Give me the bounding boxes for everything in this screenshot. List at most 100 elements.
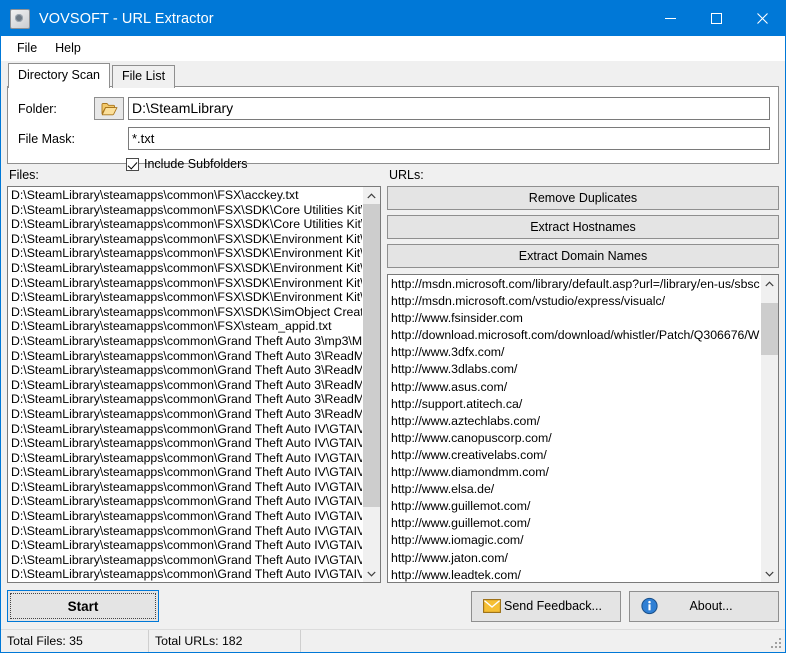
file-mask-label: File Mask:	[16, 132, 94, 146]
list-item[interactable]: http://www.leadtek.com/	[389, 567, 760, 582]
list-item[interactable]: D:\SteamLibrary\steamapps\common\FSX\SDK…	[9, 203, 362, 218]
file-mask-row: File Mask: *.txt	[16, 127, 770, 150]
bottom-bar: Start Send Feedback...	[1, 583, 785, 629]
list-item[interactable]: D:\SteamLibrary\steamapps\common\Grand T…	[9, 451, 362, 466]
scroll-up-icon[interactable]	[363, 187, 380, 204]
status-extra	[301, 630, 785, 652]
files-listbox[interactable]: D:\SteamLibrary\steamapps\common\FSX\acc…	[7, 186, 381, 583]
list-item[interactable]: http://www.jaton.com/	[389, 550, 760, 567]
tab-directory-scan[interactable]: Directory Scan	[8, 63, 110, 88]
minimize-icon[interactable]	[647, 1, 693, 36]
list-item[interactable]: D:\SteamLibrary\steamapps\common\Grand T…	[9, 509, 362, 524]
files-pane: Files: D:\SteamLibrary\steamapps\common\…	[7, 164, 381, 583]
urls-listbox[interactable]: http://msdn.microsoft.com/library/defaul…	[387, 274, 779, 583]
urls-scrollbar[interactable]	[760, 275, 778, 582]
urls-scroll-track[interactable]	[761, 292, 778, 565]
menu-item-help[interactable]: Help	[46, 39, 90, 58]
list-item[interactable]: D:\SteamLibrary\steamapps\common\Grand T…	[9, 538, 362, 553]
list-item[interactable]: D:\SteamLibrary\steamapps\common\Grand T…	[9, 363, 362, 378]
list-item[interactable]: http://www.diamondmm.com/	[389, 464, 760, 481]
list-item[interactable]: D:\SteamLibrary\steamapps\common\Grand T…	[9, 553, 362, 568]
urls-pane: URLs: Remove Duplicates Extract Hostname…	[387, 164, 779, 583]
list-item[interactable]: D:\SteamLibrary\steamapps\common\FSX\SDK…	[9, 290, 362, 305]
title-bar: VOVSOFT - URL Extractor	[1, 1, 785, 36]
envelope-icon	[483, 599, 501, 613]
urls-list[interactable]: http://msdn.microsoft.com/library/defaul…	[388, 275, 760, 582]
list-item[interactable]: http://www.canopuscorp.com/	[389, 430, 760, 447]
scroll-down-icon[interactable]	[363, 565, 380, 582]
info-icon	[641, 598, 658, 615]
include-subfolders-row[interactable]: Include Subfolders	[126, 157, 770, 171]
list-item[interactable]: http://www.guillemot.com/	[389, 498, 760, 515]
list-item[interactable]: D:\SteamLibrary\steamapps\common\FSX\ste…	[9, 319, 362, 334]
files-list[interactable]: D:\SteamLibrary\steamapps\common\FSX\acc…	[8, 187, 362, 582]
list-item[interactable]: http://support.atitech.ca/	[389, 396, 760, 413]
scroll-up-icon[interactable]	[761, 275, 778, 292]
browse-folder-button[interactable]	[94, 97, 124, 120]
list-item[interactable]: http://msdn.microsoft.com/vstudio/expres…	[389, 293, 760, 310]
files-scroll-thumb[interactable]	[363, 204, 380, 507]
list-item[interactable]: D:\SteamLibrary\steamapps\common\Grand T…	[9, 378, 362, 393]
files-scroll-track[interactable]	[363, 204, 380, 565]
list-item[interactable]: http://download.microsoft.com/download/w…	[389, 327, 760, 344]
menu-bar: File Help	[1, 36, 785, 61]
files-scrollbar[interactable]	[362, 187, 380, 582]
maximize-icon[interactable]	[693, 1, 739, 36]
tab-strip: Directory Scan File List	[8, 65, 779, 87]
list-item[interactable]: D:\SteamLibrary\steamapps\common\FSX\acc…	[9, 188, 362, 203]
list-item[interactable]: http://www.creativelabs.com/	[389, 447, 760, 464]
list-item[interactable]: D:\SteamLibrary\steamapps\common\Grand T…	[9, 567, 362, 582]
folder-row: Folder: D:\SteamLibrary	[16, 97, 770, 120]
list-item[interactable]: http://www.aztechlabs.com/	[389, 413, 760, 430]
list-item[interactable]: D:\SteamLibrary\steamapps\common\FSX\SDK…	[9, 232, 362, 247]
list-item[interactable]: http://www.iomagic.com/	[389, 532, 760, 549]
status-total-urls: Total URLs: 182	[149, 630, 301, 652]
status-bar: Total Files: 35 Total URLs: 182	[1, 629, 785, 652]
urls-scroll-thumb[interactable]	[761, 303, 778, 355]
application-window: VOVSOFT - URL Extractor File Help Direct…	[0, 0, 786, 653]
list-item[interactable]: http://www.fsinsider.com	[389, 310, 760, 327]
directory-scan-panel: Folder: D:\SteamLibrary File Mask: *.txt	[7, 86, 779, 164]
list-item[interactable]: D:\SteamLibrary\steamapps\common\Grand T…	[9, 422, 362, 437]
list-item[interactable]: D:\SteamLibrary\steamapps\common\Grand T…	[9, 494, 362, 509]
list-item[interactable]: D:\SteamLibrary\steamapps\common\Grand T…	[9, 436, 362, 451]
list-item[interactable]: D:\SteamLibrary\steamapps\common\FSX\SDK…	[9, 217, 362, 232]
list-item[interactable]: D:\SteamLibrary\steamapps\common\Grand T…	[9, 465, 362, 480]
folder-input[interactable]: D:\SteamLibrary	[128, 97, 770, 120]
include-subfolders-checkbox[interactable]	[126, 158, 139, 171]
close-icon[interactable]	[739, 1, 785, 36]
list-item[interactable]: D:\SteamLibrary\steamapps\common\Grand T…	[9, 407, 362, 422]
extract-domain-names-button[interactable]: Extract Domain Names	[387, 244, 779, 268]
list-item[interactable]: D:\SteamLibrary\steamapps\common\Grand T…	[9, 334, 362, 349]
list-item[interactable]: http://www.elsa.de/	[389, 481, 760, 498]
list-item[interactable]: http://msdn.microsoft.com/library/defaul…	[389, 276, 760, 293]
list-item[interactable]: D:\SteamLibrary\steamapps\common\FSX\SDK…	[9, 276, 362, 291]
send-feedback-button[interactable]: Send Feedback...	[471, 591, 621, 622]
list-item[interactable]: D:\SteamLibrary\steamapps\common\Grand T…	[9, 349, 362, 364]
start-button[interactable]: Start	[7, 590, 159, 622]
list-item[interactable]: http://www.guillemot.com/	[389, 515, 760, 532]
list-item[interactable]: D:\SteamLibrary\steamapps\common\Grand T…	[9, 392, 362, 407]
main-content: Files: D:\SteamLibrary\steamapps\common\…	[1, 164, 785, 583]
scroll-down-icon[interactable]	[761, 565, 778, 582]
window-controls	[647, 1, 785, 36]
resize-grip-icon[interactable]	[771, 638, 783, 650]
status-total-files: Total Files: 35	[1, 630, 149, 652]
list-item[interactable]: http://www.3dlabs.com/	[389, 361, 760, 378]
list-item[interactable]: D:\SteamLibrary\steamapps\common\Grand T…	[9, 480, 362, 495]
list-item[interactable]: D:\SteamLibrary\steamapps\common\Grand T…	[9, 524, 362, 539]
list-item[interactable]: D:\SteamLibrary\steamapps\common\FSX\SDK…	[9, 246, 362, 261]
list-item[interactable]: http://www.asus.com/	[389, 379, 760, 396]
list-item[interactable]: D:\SteamLibrary\steamapps\common\FSX\SDK…	[9, 261, 362, 276]
about-button[interactable]: About...	[629, 591, 779, 622]
top-section: Directory Scan File List Folder: D:\Stea…	[1, 61, 785, 164]
include-subfolders-label: Include Subfolders	[144, 157, 248, 171]
list-item[interactable]: http://www.3dfx.com/	[389, 344, 760, 361]
window-title: VOVSOFT - URL Extractor	[39, 11, 214, 27]
list-item[interactable]: D:\SteamLibrary\steamapps\common\FSX\SDK…	[9, 305, 362, 320]
file-mask-input[interactable]: *.txt	[128, 127, 770, 150]
tab-file-list[interactable]: File List	[112, 65, 175, 88]
extract-hostnames-button[interactable]: Extract Hostnames	[387, 215, 779, 239]
remove-duplicates-button[interactable]: Remove Duplicates	[387, 186, 779, 210]
menu-item-file[interactable]: File	[8, 39, 46, 58]
